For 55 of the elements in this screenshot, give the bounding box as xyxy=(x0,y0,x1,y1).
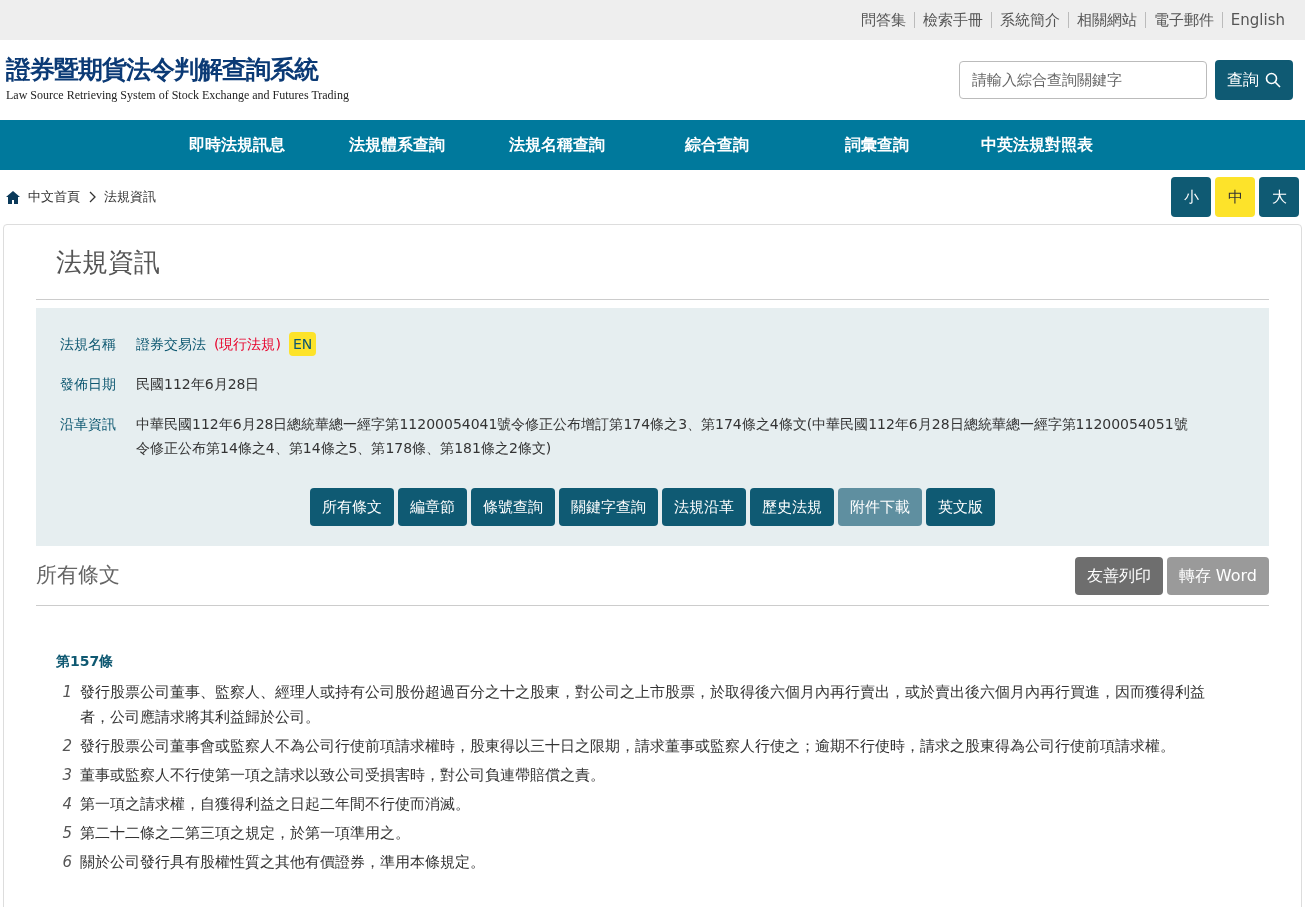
action-button[interactable]: 條號查詢 xyxy=(471,488,555,526)
search-field[interactable]: 請輸入綜合查詢關鍵字 xyxy=(959,61,1207,99)
law-status: (現行法規) xyxy=(214,335,281,354)
action-button[interactable]: 關鍵字查詢 xyxy=(559,488,658,526)
top-link[interactable]: 電子郵件 xyxy=(1144,12,1222,28)
nav-item[interactable]: 法規體系查詢 xyxy=(317,133,477,157)
chevron-right-icon xyxy=(88,191,96,203)
breadcrumb-link[interactable]: 中文首頁 xyxy=(28,187,80,207)
nav-item[interactable]: 即時法規訊息 xyxy=(157,133,317,157)
paragraph-text: 發行股票公司董事會或監察人不為公司行使前項請求權時，股東得以三十日之限期，請求董事或監察人行使之；逾期不行使時，請求之股東得為公司行使前項請求權。 xyxy=(80,736,1175,757)
nav-item[interactable]: 綜合查詢 xyxy=(637,133,797,157)
page-title: 法規資訊 xyxy=(56,245,160,279)
info-label: 發佈日期 xyxy=(60,375,116,394)
paragraph-text: 董事或監察人不行使第一項之請求以致公司受損害時，對公司負連帶賠償之責。 xyxy=(80,765,605,786)
paragraph-number: 2 xyxy=(61,736,72,757)
paragraph-text: 發行股票公司董事、監察人、經理人或持有公司股份超過百分之十之股東，對公司之上市股票，於取得後六個月內再行賣出，或於賣出後六個月內再行買進，因而獲得利益者，公司應請求將其利益歸於公司。 xyxy=(80,682,1206,728)
font-size-button[interactable]: 中 xyxy=(1215,177,1255,217)
nav-item[interactable]: 中英法規對照表 xyxy=(957,133,1117,157)
action-button[interactable]: 歷史法規 xyxy=(750,488,834,526)
search-icon xyxy=(1265,72,1281,88)
breadcrumb-link[interactable]: 法規資訊 xyxy=(104,187,156,207)
top-link[interactable]: English xyxy=(1221,12,1293,28)
paragraph-text: 關於公司發行具有股權性質之其他有價證券，準用本條規定。 xyxy=(80,852,485,873)
action-button[interactable]: 法規沿革 xyxy=(662,488,746,526)
paragraph-number: 1 xyxy=(61,682,72,703)
site-logo-subtitle: Law Source Retrieving System of Stock Exchange and Futures Trading xyxy=(6,86,349,104)
nav-item[interactable]: 法規名稱查詢 xyxy=(477,133,637,157)
info-value: 中華民國112年6月28日總統華總一經字第11200054041號令修正公布增訂第174條之3、第174條之4條文(中華民國112年6月28日總統華總一經字第11200054051號令修正公布第14條之4、第14條之5、第178條、第181條之2條文) xyxy=(136,415,1189,458)
english-badge[interactable]: EN xyxy=(288,332,317,356)
site-logo-title: 證券暨期貨法令判解查詢系統 xyxy=(6,56,320,82)
section-title: 所有條文 xyxy=(36,561,120,589)
font-size-button[interactable]: 大 xyxy=(1259,177,1299,217)
action-button[interactable]: 編章節 xyxy=(398,488,467,526)
law-name: 證券交易法 xyxy=(136,335,206,354)
search-button[interactable]: 查詢 xyxy=(1215,60,1293,100)
paragraph-number: 6 xyxy=(61,852,72,873)
paragraph-number: 3 xyxy=(61,765,72,786)
info-value: 民國112年6月28日 xyxy=(136,375,261,394)
info-label: 法規名稱 xyxy=(60,335,116,354)
export-button[interactable]: 友善列印 xyxy=(1074,556,1163,595)
font-size-button[interactable]: 小 xyxy=(1171,177,1211,217)
nav-item[interactable]: 詞彙查詢 xyxy=(797,133,957,157)
paragraph-number: 5 xyxy=(61,823,72,844)
paragraph-number: 4 xyxy=(61,794,72,815)
home-icon xyxy=(6,190,20,204)
article-title: 第157條 xyxy=(56,652,115,671)
top-link[interactable]: 檢索手冊 xyxy=(913,12,991,28)
info-label: 沿革資訊 xyxy=(60,415,116,434)
top-link[interactable]: 系統簡介 xyxy=(990,12,1068,28)
action-button[interactable]: 英文版 xyxy=(926,488,995,526)
paragraph-text: 第一項之請求權，自獲得利益之日起二年間不行使而消滅。 xyxy=(80,794,470,815)
paragraph-text: 第二十二條之二第三項之規定，於第一項準用之。 xyxy=(80,823,410,844)
top-link[interactable]: 相關網站 xyxy=(1067,12,1145,28)
action-button[interactable]: 所有條文 xyxy=(310,488,394,526)
top-link[interactable]: 問答集 xyxy=(852,12,914,28)
